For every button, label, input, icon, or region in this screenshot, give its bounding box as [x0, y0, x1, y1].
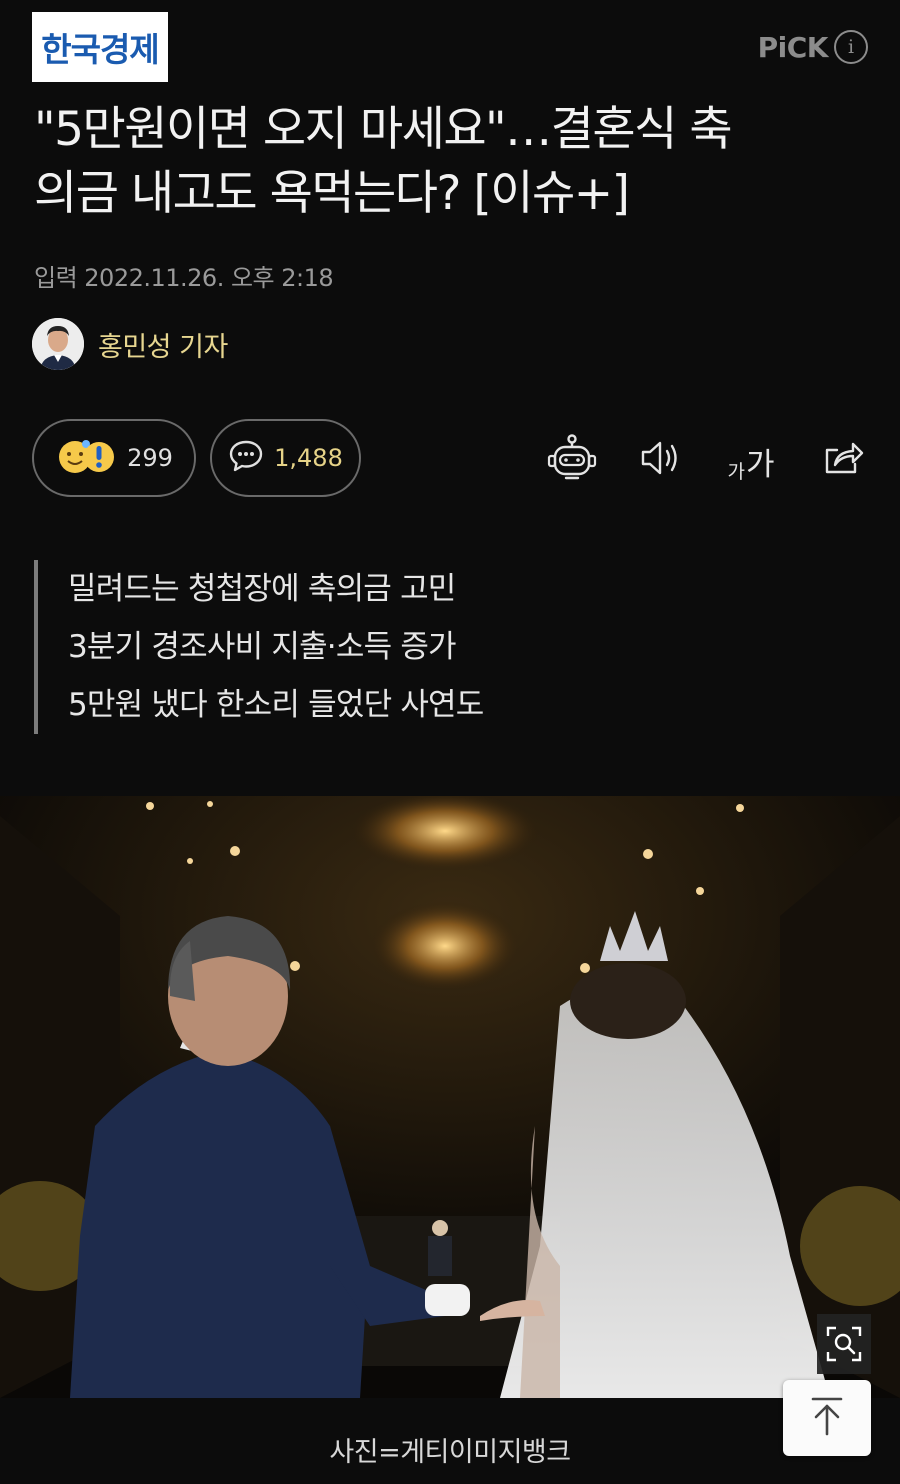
robot-summary-icon[interactable] — [546, 432, 598, 484]
reaction-count: 299 — [127, 444, 173, 472]
font-size-icon[interactable]: 가 가 — [726, 432, 776, 484]
author-avatar[interactable] — [32, 318, 84, 370]
article-title: "5만원이면 오지 마세요"…결혼식 축 의금 내고도 욕먹는다? [이슈+] — [34, 98, 874, 226]
comment-count: 1,488 — [274, 444, 343, 472]
font-size-small-label: 가 — [727, 461, 745, 483]
summary-line: 5만원 냈다 한소리 들었단 사연도 — [68, 687, 484, 723]
author-name: 홍민성 기자 — [98, 331, 228, 363]
article-title-line-1: "5만원이면 오지 마세요"…결혼식 축 — [34, 102, 733, 157]
pick-badge[interactable]: PiCK i — [758, 30, 868, 64]
article-photo[interactable] — [0, 796, 900, 1398]
pick-label: PiCK — [757, 30, 829, 64]
press-logo[interactable]: 한국경제 — [32, 12, 168, 82]
arrow-up-to-top-icon — [809, 1396, 845, 1440]
press-logo-text: 한국경제 — [41, 30, 159, 69]
comment-icon — [228, 439, 264, 477]
article-dateline: 입력 2022.11.26. 오후 2:18 — [34, 264, 334, 292]
font-size-big-label: 가 — [745, 447, 775, 483]
author-byline[interactable]: 홍민성 기자 — [32, 318, 228, 370]
article-summary: 밀려드는 청첩장에 축의금 고민 3분기 경조사비 지출·소득 증가 5만원 냈… — [34, 560, 484, 734]
comment-button[interactable]: 1,488 — [210, 419, 361, 497]
info-icon[interactable]: i — [834, 30, 868, 64]
reaction-button[interactable]: 299 — [32, 419, 196, 497]
article-title-line-2: 의금 내고도 욕먹는다? [이슈+] — [34, 166, 630, 221]
summary-line: 밀려드는 청첩장에 축의금 고민 — [68, 571, 456, 607]
share-icon[interactable] — [820, 432, 866, 484]
zoom-search-icon[interactable] — [817, 1314, 871, 1374]
scroll-to-top-button[interactable] — [783, 1380, 871, 1456]
reaction-emoji-icon — [55, 436, 117, 480]
photo-caption: 사진=게티이미지뱅크 — [329, 1437, 571, 1468]
speaker-icon[interactable] — [638, 432, 684, 484]
summary-line: 3분기 경조사비 지출·소득 증가 — [68, 629, 457, 665]
